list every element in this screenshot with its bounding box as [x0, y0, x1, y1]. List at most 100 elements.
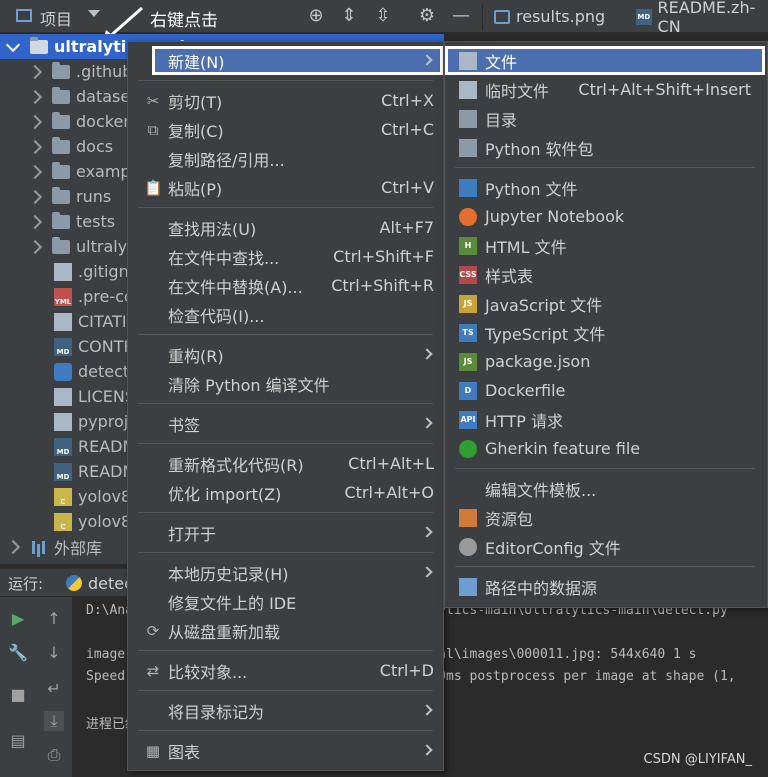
scroll-to-end-icon[interactable]: ⤓ [44, 711, 64, 731]
submenu-item[interactable]: TS TypeScript 文件 [445, 318, 767, 347]
submenu-item[interactable]: Python 文件 [445, 173, 767, 202]
submenu-item[interactable]: 文件 [445, 46, 765, 75]
file-icon [459, 51, 477, 70]
submenu-item[interactable]: JS JavaScript 文件 [445, 289, 767, 318]
menu-item-label: 优化 import(Z) [168, 484, 282, 504]
file-badge: MD [56, 472, 70, 481]
image-file-icon [494, 9, 510, 24]
menu-item[interactable]: 在文件中查找... Ctrl+Shift+F [128, 242, 443, 271]
tab-results-png[interactable]: results.png [488, 0, 611, 33]
model-file-icon: C [54, 512, 72, 531]
print-icon[interactable]: ⎙ [44, 745, 64, 765]
tree-file-row[interactable]: LICENSE [0, 384, 145, 409]
submenu-item[interactable]: 资源包 [445, 503, 767, 532]
menu-item[interactable]: 📋 粘贴(P) Ctrl+V [128, 173, 443, 202]
gherkin-icon [459, 439, 477, 458]
file-badge: C [60, 522, 66, 531]
soft-wrap-icon[interactable]: ↵ [44, 679, 64, 699]
menu-item[interactable]: 本地历史记录(H) [128, 558, 443, 587]
submenu-item[interactable]: JS package.json [445, 347, 767, 376]
submenu-item[interactable]: Jupyter Notebook [445, 202, 767, 231]
locate-icon[interactable]: ⊕ [305, 5, 327, 27]
chevron-right-icon[interactable] [5, 539, 21, 554]
tree-folder-row[interactable]: tests [0, 209, 115, 234]
submenu-item[interactable]: 路径中的数据源 [445, 572, 767, 601]
chevron-right-icon[interactable] [27, 239, 43, 254]
submenu-item[interactable]: 编辑文件模板... [445, 474, 767, 503]
menu-item-label: 修复文件上的 IDE [168, 593, 297, 613]
tab-label: results.png [516, 7, 606, 26]
layout-icon[interactable]: ▤ [8, 731, 28, 751]
chevron-right-icon [421, 704, 433, 716]
tab-label: README.zh-CN [657, 0, 756, 36]
tree-folder-row[interactable]: docs [0, 134, 113, 159]
submenu-item[interactable]: D Dockerfile [445, 376, 767, 405]
tree-folder-row[interactable]: .github [0, 59, 132, 84]
chevron-right-icon[interactable] [27, 64, 43, 79]
menu-item[interactable]: 新建(N) [152, 46, 443, 75]
tree-external-libs[interactable]: 外部库 [0, 534, 102, 559]
annotation-text: 右键点击 [150, 11, 218, 31]
tab-readme-zh[interactable]: MD README.zh-CN [630, 0, 768, 36]
stop-icon[interactable]: ■ [8, 685, 28, 705]
menu-item[interactable]: ✂ 剪切(T) Ctrl+X [128, 86, 443, 115]
menu-item[interactable]: ⇄ 比较对象... Ctrl+D [128, 656, 443, 685]
project-view-label[interactable]: 项目 [40, 6, 72, 30]
text-file-icon [54, 387, 72, 406]
gear-icon[interactable]: ⚙ [416, 5, 438, 27]
submenu-item[interactable]: EditorConfig 文件 [445, 532, 767, 561]
menu-item[interactable]: ⧉ 复制(C) Ctrl+C [128, 115, 443, 144]
tree-folder-row[interactable]: runs [0, 184, 111, 209]
chevron-down-icon[interactable] [5, 37, 21, 52]
submenu-item[interactable]: API HTTP 请求 [445, 405, 767, 434]
menu-item[interactable]: 检查代码(I)... [128, 300, 443, 329]
chevron-right-icon[interactable] [27, 164, 43, 179]
folder-icon [52, 211, 70, 229]
menu-separator [455, 468, 755, 469]
up-arrow-icon[interactable]: ↑ [44, 609, 64, 629]
chevron-right-icon [421, 417, 433, 429]
folder-icon [52, 236, 70, 254]
menu-item[interactable]: 打开于 [128, 518, 443, 547]
menu-item[interactable]: 重构(R) [128, 340, 443, 369]
menu-shortcut: Ctrl+Shift+F [333, 247, 434, 266]
submenu-item[interactable]: Python 软件包 [445, 133, 767, 162]
chevron-right-icon[interactable] [27, 139, 43, 154]
menu-item[interactable]: 修复文件上的 IDE [128, 587, 443, 616]
menu-shortcut: Ctrl+Alt+O [344, 483, 434, 502]
expand-all-icon[interactable]: ⇕ [338, 5, 360, 27]
submenu-item[interactable]: Gherkin feature file [445, 434, 767, 463]
menu-item[interactable]: ▦ 图表 [128, 736, 443, 765]
tree-folder-row[interactable]: docker [0, 109, 130, 134]
submenu-item[interactable]: 目录 [445, 104, 767, 133]
menu-item[interactable]: 在文件中替换(A)... Ctrl+Shift+R [128, 271, 443, 300]
watermark: CSDN @LIYIFAN_ [643, 752, 752, 767]
menu-item[interactable]: 书签 [128, 409, 443, 438]
menu-separator [138, 512, 433, 513]
menu-item[interactable]: 清除 Python 编译文件 [128, 369, 443, 398]
project-window-icon[interactable] [16, 9, 32, 22]
submenu-item[interactable]: 临时文件 Ctrl+Alt+Shift+Insert [445, 75, 767, 104]
menu-item[interactable]: 查找用法(U) Alt+F7 [128, 213, 443, 242]
chevron-right-icon[interactable] [27, 214, 43, 229]
menu-item[interactable]: 将目录标记为 [128, 696, 443, 725]
run-icon[interactable]: ▶ [8, 609, 28, 629]
hide-panel-icon[interactable]: — [450, 5, 472, 27]
menu-item[interactable]: 优化 import(Z) Ctrl+Alt+O [128, 478, 443, 507]
menu-separator [138, 443, 433, 444]
submenu-item[interactable]: CSS 样式表 [445, 260, 767, 289]
chevron-right-icon[interactable] [27, 189, 43, 204]
down-arrow-icon[interactable]: ↓ [44, 643, 64, 663]
tree-folder-row[interactable]: datasets [0, 84, 145, 109]
menu-item[interactable]: 重新格式化代码(R) Ctrl+Alt+L [128, 449, 443, 478]
wrench-icon[interactable]: 🔧 [8, 643, 28, 663]
chevron-right-icon[interactable] [27, 89, 43, 104]
menu-separator [455, 167, 755, 168]
menu-item[interactable]: ⟳ 从磁盘重新加载 [128, 616, 443, 645]
submenu-item-label: 目录 [485, 110, 518, 130]
menu-item[interactable]: 复制路径/引用... [128, 144, 443, 173]
chevron-right-icon[interactable] [27, 114, 43, 129]
collapse-all-icon[interactable]: ⇳ [372, 5, 394, 27]
file-badge: YML [54, 297, 72, 306]
submenu-item[interactable]: H HTML 文件 [445, 231, 767, 260]
